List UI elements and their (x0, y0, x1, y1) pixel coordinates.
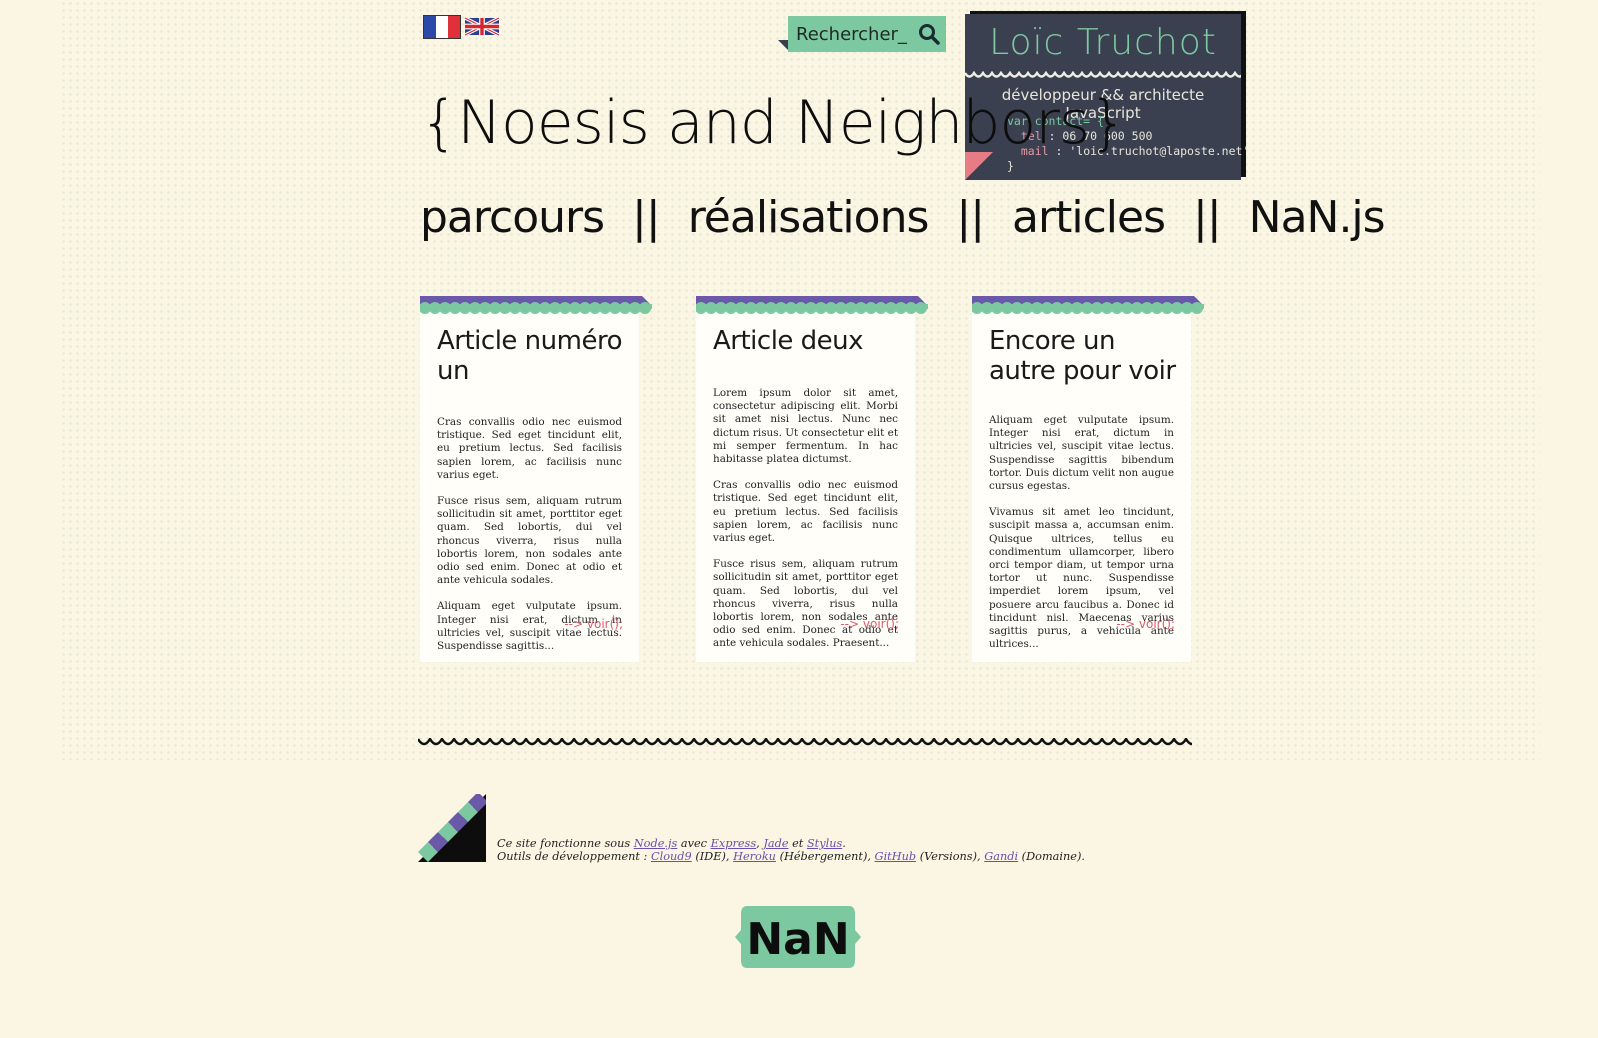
heroku-link[interactable]: Heroku (733, 850, 776, 863)
article-title[interactable]: Article deux (713, 326, 903, 356)
express-link[interactable]: Express (711, 837, 757, 850)
site-title: {Noesis and Neighbors} (420, 88, 1127, 158)
search-box (788, 16, 946, 52)
article-paragraph: Fusce risus sem, aliquam rutrum sollicit… (437, 495, 622, 587)
nodejs-link[interactable]: Node.js (634, 837, 678, 850)
search-input[interactable] (796, 21, 914, 47)
read-more-link[interactable]: --> voir(); (564, 617, 623, 631)
github-link[interactable]: GitHub (875, 850, 917, 863)
stylus-link[interactable]: Stylus (807, 837, 842, 850)
footer-text: Outils de développement : (497, 850, 648, 863)
search-icon[interactable] (918, 23, 940, 45)
article-paragraph: Cras convallis odio nec euismod tristiqu… (713, 479, 898, 545)
article-paragraph: Cras convallis odio nec euismod tristiqu… (437, 416, 622, 481)
awning-decoration (972, 296, 1204, 314)
awning-decoration (696, 296, 928, 314)
awning-decoration (420, 296, 652, 314)
nan-logo-text: NaN (746, 914, 849, 965)
footer-text: (Hébergement), (779, 850, 871, 863)
article-paragraph: Fusce risus sem, aliquam rutrum sollicit… (713, 558, 898, 650)
nav-item-parcours[interactable]: parcours (420, 192, 605, 243)
article-card: Article deux Lorem ipsum dolor sit amet,… (696, 296, 928, 662)
footer-credits: Ce site fonctionne sous Node.js avec Exp… (497, 837, 1085, 863)
footer-text: (Versions), (919, 850, 981, 863)
article-card: Encore un autre pour voir Aliquam eget v… (972, 296, 1204, 662)
footer-text: Ce site fonctionne sous (497, 837, 631, 850)
footer-line-1: Ce site fonctionne sous Node.js avec Exp… (497, 837, 846, 850)
main-nav: parcours || réalisations || articles || NaN.js (420, 192, 1386, 243)
footer-text: (Domaine). (1021, 850, 1085, 863)
nav-item-nanjs[interactable]: NaN.js (1249, 192, 1386, 243)
cloud9-link[interactable]: Cloud9 (651, 850, 692, 863)
uk-flag-icon[interactable] (465, 16, 499, 37)
nav-separator: || (1193, 192, 1222, 243)
article-title[interactable]: Article numéro un (437, 326, 627, 386)
wave-divider (965, 71, 1241, 78)
footer-text: avec (680, 837, 708, 850)
nav-separator: || (632, 192, 661, 243)
footer-text: (IDE), (695, 850, 730, 863)
nan-logo[interactable]: NaN (733, 902, 863, 972)
read-more-link[interactable]: --> voir(); (840, 617, 899, 631)
code-close: } (1007, 159, 1014, 173)
nav-item-articles[interactable]: articles (1012, 192, 1166, 243)
author-name: Loïc Truchot (989, 22, 1217, 63)
nav-item-realisations[interactable]: réalisations (688, 192, 930, 243)
article-card: Article numéro un Cras convallis odio ne… (420, 296, 652, 662)
article-title[interactable]: Encore un autre pour voir (989, 326, 1179, 386)
wave-divider (418, 738, 1192, 746)
gandi-link[interactable]: Gandi (984, 850, 1018, 863)
footer-text: et (792, 837, 804, 850)
nav-separator: || (956, 192, 985, 243)
article-paragraph: Lorem ipsum dolor sit amet, consectetur … (713, 387, 898, 466)
footer-line-2: Outils de développement : Cloud9 (IDE), … (497, 850, 1085, 863)
jade-link[interactable]: Jade (763, 837, 788, 850)
search-corner-decoration (778, 40, 788, 50)
stairs-logo-icon (418, 794, 486, 862)
fr-flag-icon[interactable] (423, 15, 461, 39)
article-paragraph: Aliquam eget vulputate ipsum. Integer ni… (989, 414, 1174, 493)
read-more-link[interactable]: --> voir(); (1116, 617, 1175, 631)
